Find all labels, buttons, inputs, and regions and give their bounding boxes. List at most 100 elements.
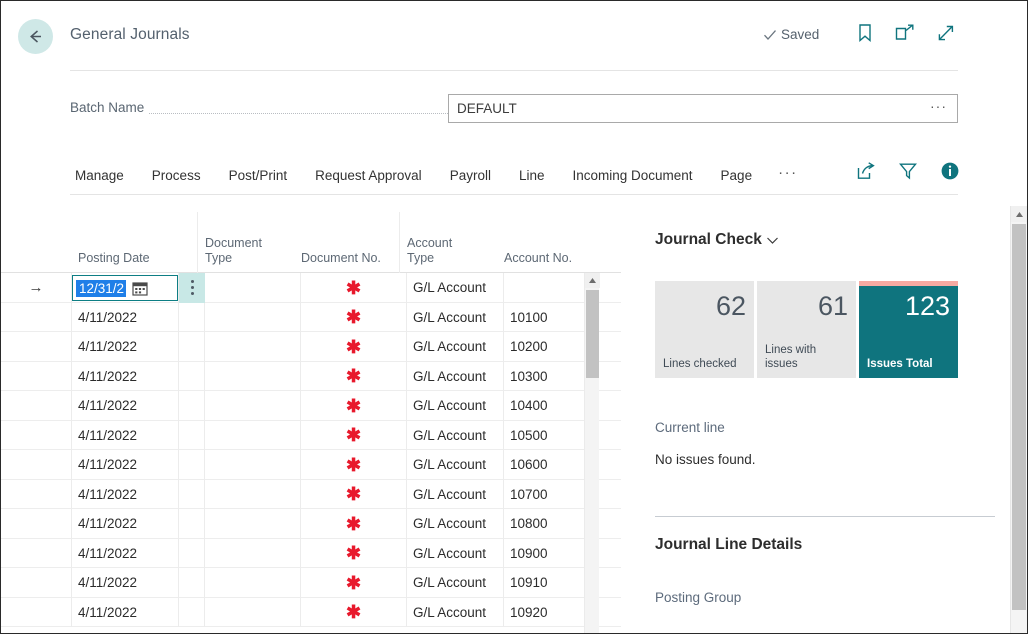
- cell-document-type[interactable]: [205, 509, 301, 539]
- bookmark-icon[interactable]: [856, 23, 874, 43]
- cell-account-type[interactable]: G/L Account: [407, 361, 504, 391]
- cell-posting-date[interactable]: 4/11/2022: [72, 450, 179, 480]
- cell-account-type[interactable]: G/L Account: [407, 509, 504, 539]
- posting-date-input-value[interactable]: 12/31/2: [76, 279, 127, 297]
- cell-account-type[interactable]: G/L Account: [407, 302, 504, 332]
- cell-document-type[interactable]: [205, 450, 301, 480]
- column-header-account-type[interactable]: Account Type: [407, 236, 452, 266]
- cell-posting-date[interactable]: 4/11/2022: [72, 568, 179, 598]
- page-vertical-scrollbar[interactable]: [1010, 206, 1027, 633]
- cell-account-type[interactable]: G/L Account: [407, 332, 504, 362]
- cell-row-menu[interactable]: [179, 332, 205, 362]
- cell-account-type[interactable]: G/L Account: [407, 450, 504, 480]
- ribbon-item-page[interactable]: Page: [707, 168, 767, 183]
- cell-document-no[interactable]: ✱: [301, 332, 407, 362]
- cell-document-type[interactable]: [205, 568, 301, 598]
- cue-tile-lines-checked[interactable]: 62 Lines checked: [655, 281, 754, 378]
- table-row[interactable]: 4/11/2022 ✱ G/L Account 10800: [1, 509, 621, 539]
- cell-account-type[interactable]: G/L Account: [407, 597, 504, 627]
- cell-indicator[interactable]: [1, 509, 72, 539]
- cell-document-no[interactable]: ✱: [301, 420, 407, 450]
- row-menu-button[interactable]: [179, 273, 205, 303]
- cell-document-no[interactable]: ✱: [301, 568, 407, 598]
- cell-document-no[interactable]: ✱: [301, 361, 407, 391]
- table-row[interactable]: 4/11/2022 ✱ G/L Account 10910: [1, 568, 621, 598]
- cell-indicator[interactable]: →: [1, 273, 72, 303]
- cell-document-no[interactable]: ✱: [301, 302, 407, 332]
- column-header-document-type[interactable]: Document Type: [205, 236, 262, 266]
- factbox-journal-check-header[interactable]: Journal Check: [655, 231, 779, 249]
- saved-status[interactable]: Saved: [763, 27, 819, 42]
- cell-document-type[interactable]: [205, 273, 301, 303]
- cell-document-type[interactable]: [205, 538, 301, 568]
- cell-row-menu[interactable]: [179, 568, 205, 598]
- posting-group-label[interactable]: Posting Group: [655, 590, 741, 605]
- column-header-document-no[interactable]: Document No.: [301, 251, 381, 266]
- cell-document-type[interactable]: [205, 361, 301, 391]
- table-row[interactable]: → ✱ G/L Account 12/31/2: [1, 273, 621, 303]
- grid-vertical-scrollbar[interactable]: [584, 273, 600, 633]
- column-header-posting-date[interactable]: Posting Date: [78, 251, 150, 266]
- cell-account-type[interactable]: G/L Account: [407, 568, 504, 598]
- cell-document-no[interactable]: ✱: [301, 391, 407, 421]
- table-row[interactable]: 4/11/2022 ✱ G/L Account 10100: [1, 302, 621, 332]
- table-row[interactable]: 4/11/2022 ✱ G/L Account 10200: [1, 332, 621, 362]
- column-header-account-no[interactable]: Account No.: [504, 251, 572, 266]
- cell-indicator[interactable]: [1, 420, 72, 450]
- page-scrollbar-thumb[interactable]: [1012, 224, 1026, 610]
- cell-document-no[interactable]: ✱: [301, 273, 407, 303]
- cell-row-menu[interactable]: [179, 509, 205, 539]
- scroll-up-arrow-icon[interactable]: [585, 273, 600, 288]
- cell-posting-date[interactable]: 4/11/2022: [72, 332, 179, 362]
- ribbon-overflow-button[interactable]: ···: [766, 165, 810, 180]
- cell-row-menu[interactable]: [179, 420, 205, 450]
- ribbon-item-manage[interactable]: Manage: [70, 168, 138, 183]
- ribbon-item-incoming-document[interactable]: Incoming Document: [558, 168, 706, 183]
- cell-document-type[interactable]: [205, 479, 301, 509]
- expand-icon[interactable]: [936, 23, 956, 43]
- cell-account-type[interactable]: G/L Account: [407, 420, 504, 450]
- cell-indicator[interactable]: [1, 332, 72, 362]
- ribbon-item-line[interactable]: Line: [505, 168, 559, 183]
- cell-indicator[interactable]: [1, 361, 72, 391]
- cell-account-type[interactable]: G/L Account: [407, 479, 504, 509]
- cue-tile-lines-with-issues[interactable]: 61 Lines with issues: [757, 281, 856, 378]
- table-row[interactable]: 4/11/2022 ✱ G/L Account 10700: [1, 479, 621, 509]
- posting-date-editor[interactable]: 12/31/2: [72, 275, 178, 301]
- table-row[interactable]: 4/11/2022 ✱ G/L Account 10920: [1, 597, 621, 627]
- grid-scrollbar-thumb[interactable]: [586, 290, 599, 378]
- cell-row-menu[interactable]: [179, 597, 205, 627]
- scroll-up-arrow-icon[interactable]: [1011, 206, 1027, 222]
- table-row[interactable]: 4/11/2022 ✱ G/L Account 10300: [1, 361, 621, 391]
- cell-posting-date[interactable]: 4/11/2022: [72, 420, 179, 450]
- cell-posting-date[interactable]: 4/11/2022: [72, 302, 179, 332]
- table-row[interactable]: 4/11/2022 ✱ G/L Account 10900: [1, 538, 621, 568]
- info-icon[interactable]: [940, 161, 960, 181]
- cell-document-type[interactable]: [205, 597, 301, 627]
- back-button[interactable]: [18, 19, 53, 54]
- table-row[interactable]: 4/11/2022 ✱ G/L Account 10500: [1, 420, 621, 450]
- cell-row-menu[interactable]: [179, 479, 205, 509]
- cell-row-menu[interactable]: [179, 391, 205, 421]
- cue-tile-issues-total[interactable]: 123 Issues Total: [859, 281, 958, 378]
- cell-document-no[interactable]: ✱: [301, 509, 407, 539]
- cell-row-menu[interactable]: [179, 361, 205, 391]
- table-row[interactable]: 4/11/2022 ✱ G/L Account 10400: [1, 391, 621, 421]
- cell-document-no[interactable]: ✱: [301, 479, 407, 509]
- calendar-icon[interactable]: [132, 280, 148, 296]
- cell-indicator[interactable]: [1, 568, 72, 598]
- cell-posting-date[interactable]: 4/11/2022: [72, 391, 179, 421]
- cell-document-no[interactable]: ✱: [301, 597, 407, 627]
- ribbon-item-post-print[interactable]: Post/Print: [215, 168, 302, 183]
- cell-posting-date[interactable]: 4/11/2022: [72, 597, 179, 627]
- cell-posting-date[interactable]: 4/11/2022: [72, 479, 179, 509]
- cell-row-menu[interactable]: [179, 302, 205, 332]
- batch-name-lookup-button[interactable]: ···: [924, 99, 957, 113]
- cell-indicator[interactable]: [1, 302, 72, 332]
- cell-posting-date[interactable]: 4/11/2022: [72, 509, 179, 539]
- batch-name-value[interactable]: DEFAULT: [449, 101, 924, 116]
- cell-account-type[interactable]: G/L Account: [407, 538, 504, 568]
- cell-indicator[interactable]: [1, 450, 72, 480]
- table-row[interactable]: 4/11/2022 ✱ G/L Account 10600: [1, 450, 621, 480]
- cell-document-type[interactable]: [205, 391, 301, 421]
